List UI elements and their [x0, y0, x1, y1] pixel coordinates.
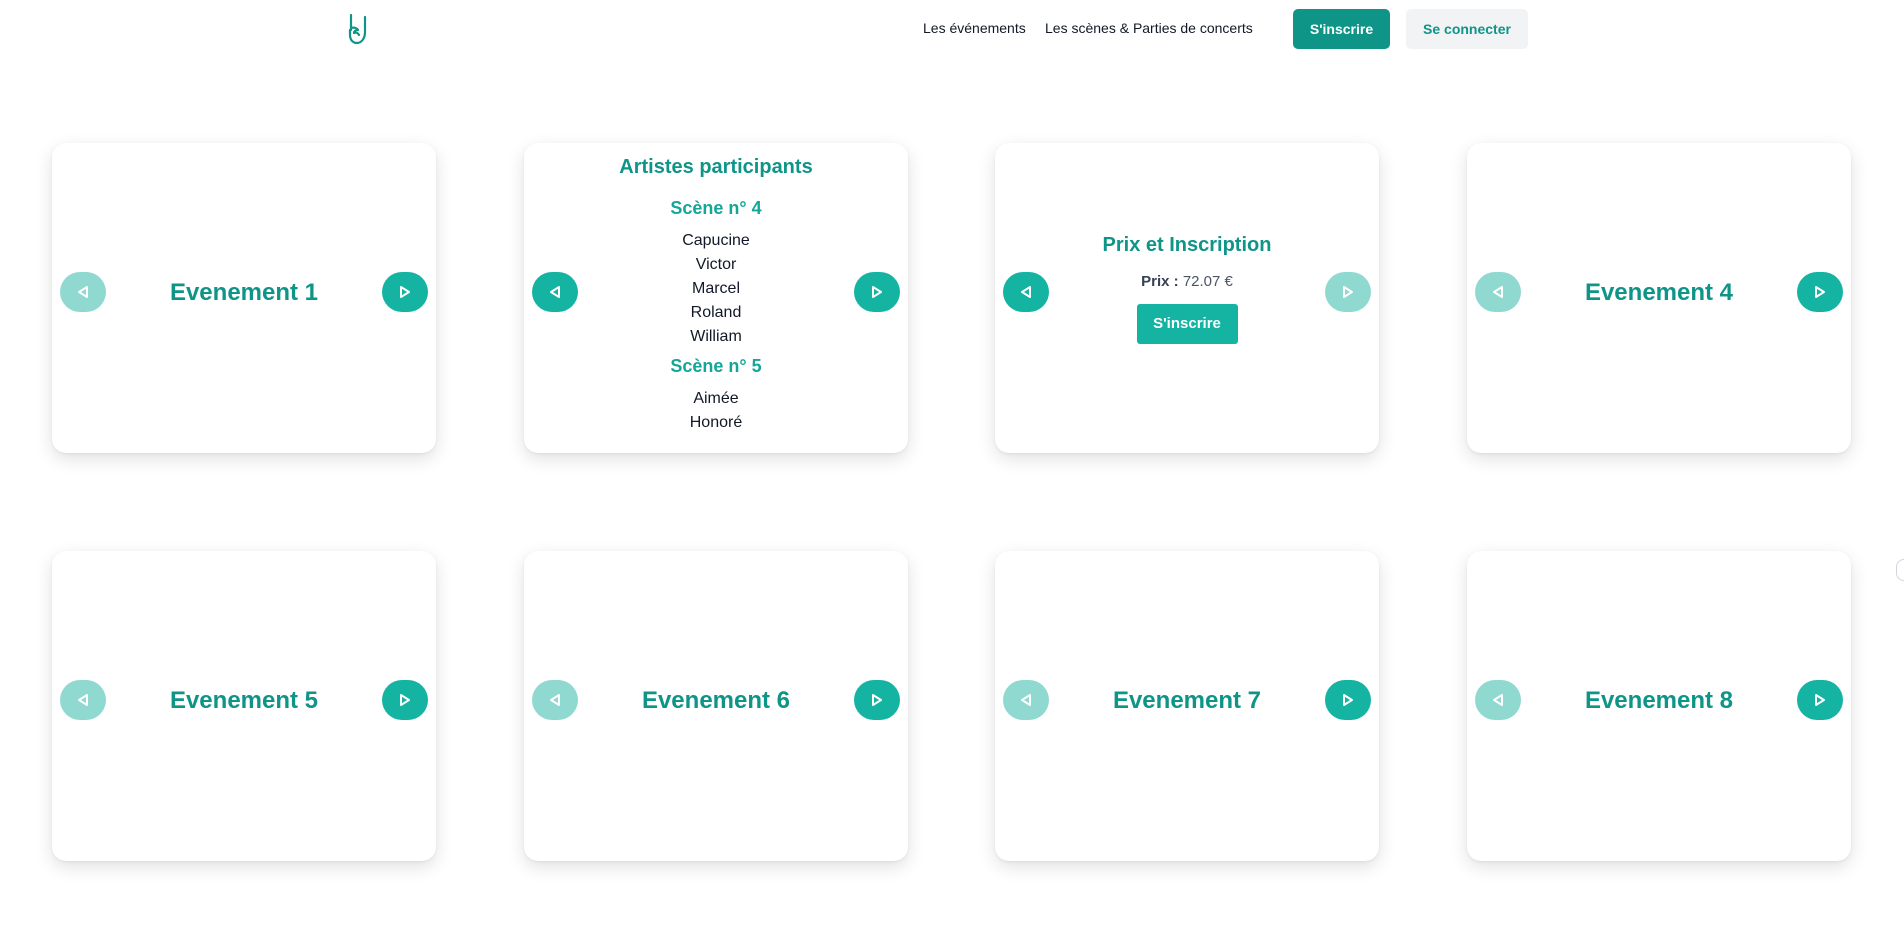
- next-slide-button[interactable]: [1797, 680, 1843, 720]
- scene-title: Scène n° 4: [670, 198, 762, 218]
- triangle-right-icon: [400, 286, 410, 298]
- event-title: Evenement 7: [1112, 687, 1262, 714]
- event-title: Evenement 1: [169, 279, 319, 306]
- scene-title: Scène n° 5: [670, 356, 762, 376]
- artist-name: Victor: [695, 256, 737, 273]
- prev-slide-button[interactable]: [532, 272, 578, 312]
- event-card-1: Evenement 1: [52, 143, 436, 453]
- scroll-handle[interactable]: [1896, 559, 1904, 581]
- artist-name: Honoré: [689, 414, 743, 431]
- triangle-right-icon: [1343, 694, 1353, 706]
- event-card-6: Evenement 6: [524, 551, 908, 861]
- signup-button[interactable]: S'inscrire: [1293, 9, 1390, 49]
- next-slide-button[interactable]: [1325, 272, 1371, 312]
- next-slide-button[interactable]: [1325, 680, 1371, 720]
- prev-slide-button[interactable]: [1003, 272, 1049, 312]
- login-button[interactable]: Se connecter: [1406, 9, 1528, 49]
- next-slide-button[interactable]: [382, 272, 428, 312]
- next-slide-button[interactable]: [854, 680, 900, 720]
- rock-hand-icon[interactable]: [344, 11, 374, 47]
- next-slide-button[interactable]: [1797, 272, 1843, 312]
- triangle-right-icon: [872, 694, 882, 706]
- nav-link-events[interactable]: Les événements: [923, 20, 1026, 36]
- next-slide-button[interactable]: [854, 272, 900, 312]
- triangle-left-icon: [1021, 286, 1031, 298]
- event-signup-button[interactable]: S'inscrire: [1136, 304, 1238, 344]
- artists-list: Artistes participants Scène n° 4 Capucin…: [594, 153, 838, 439]
- event-card-4: Evenement 4: [1467, 143, 1851, 453]
- next-slide-button[interactable]: [382, 680, 428, 720]
- price-section: Prix et Inscription Prix : 72.07 € S'ins…: [1055, 233, 1319, 344]
- triangle-right-icon: [1343, 286, 1353, 298]
- triangle-right-icon: [1815, 286, 1825, 298]
- artist-name: William: [690, 328, 742, 345]
- nav-link-scenes[interactable]: Les scènes & Parties de concerts: [1045, 20, 1253, 36]
- price-title: Prix et Inscription: [1102, 234, 1272, 256]
- price-value: 72.07 €: [1182, 273, 1233, 290]
- event-card-2: Artistes participants Scène n° 4 Capucin…: [524, 143, 908, 453]
- event-card-5: Evenement 5: [52, 551, 436, 861]
- triangle-right-icon: [1815, 694, 1825, 706]
- event-card-8: Evenement 8: [1467, 551, 1851, 861]
- artist-name: Aimée: [693, 390, 739, 407]
- price-label: Prix :: [1141, 273, 1179, 290]
- artist-name: Marcel: [691, 280, 740, 297]
- triangle-right-icon: [400, 694, 410, 706]
- artist-name: Capucine: [682, 232, 750, 249]
- event-title: Evenement 5: [169, 687, 319, 714]
- event-title: Evenement 8: [1584, 687, 1734, 714]
- artists-title: Artistes participants: [619, 156, 813, 178]
- event-title: Evenement 6: [641, 687, 791, 714]
- event-title: Evenement 4: [1584, 279, 1734, 306]
- triangle-right-icon: [872, 286, 882, 298]
- site-header: Les événements Les scènes & Parties de c…: [0, 0, 1904, 60]
- price-line: Prix : 72.07 €: [1055, 273, 1319, 290]
- event-card-7: Evenement 7: [995, 551, 1379, 861]
- artist-name: Roland: [690, 304, 742, 321]
- event-card-3: Prix et Inscription Prix : 72.07 € S'ins…: [995, 143, 1379, 453]
- triangle-left-icon: [550, 286, 560, 298]
